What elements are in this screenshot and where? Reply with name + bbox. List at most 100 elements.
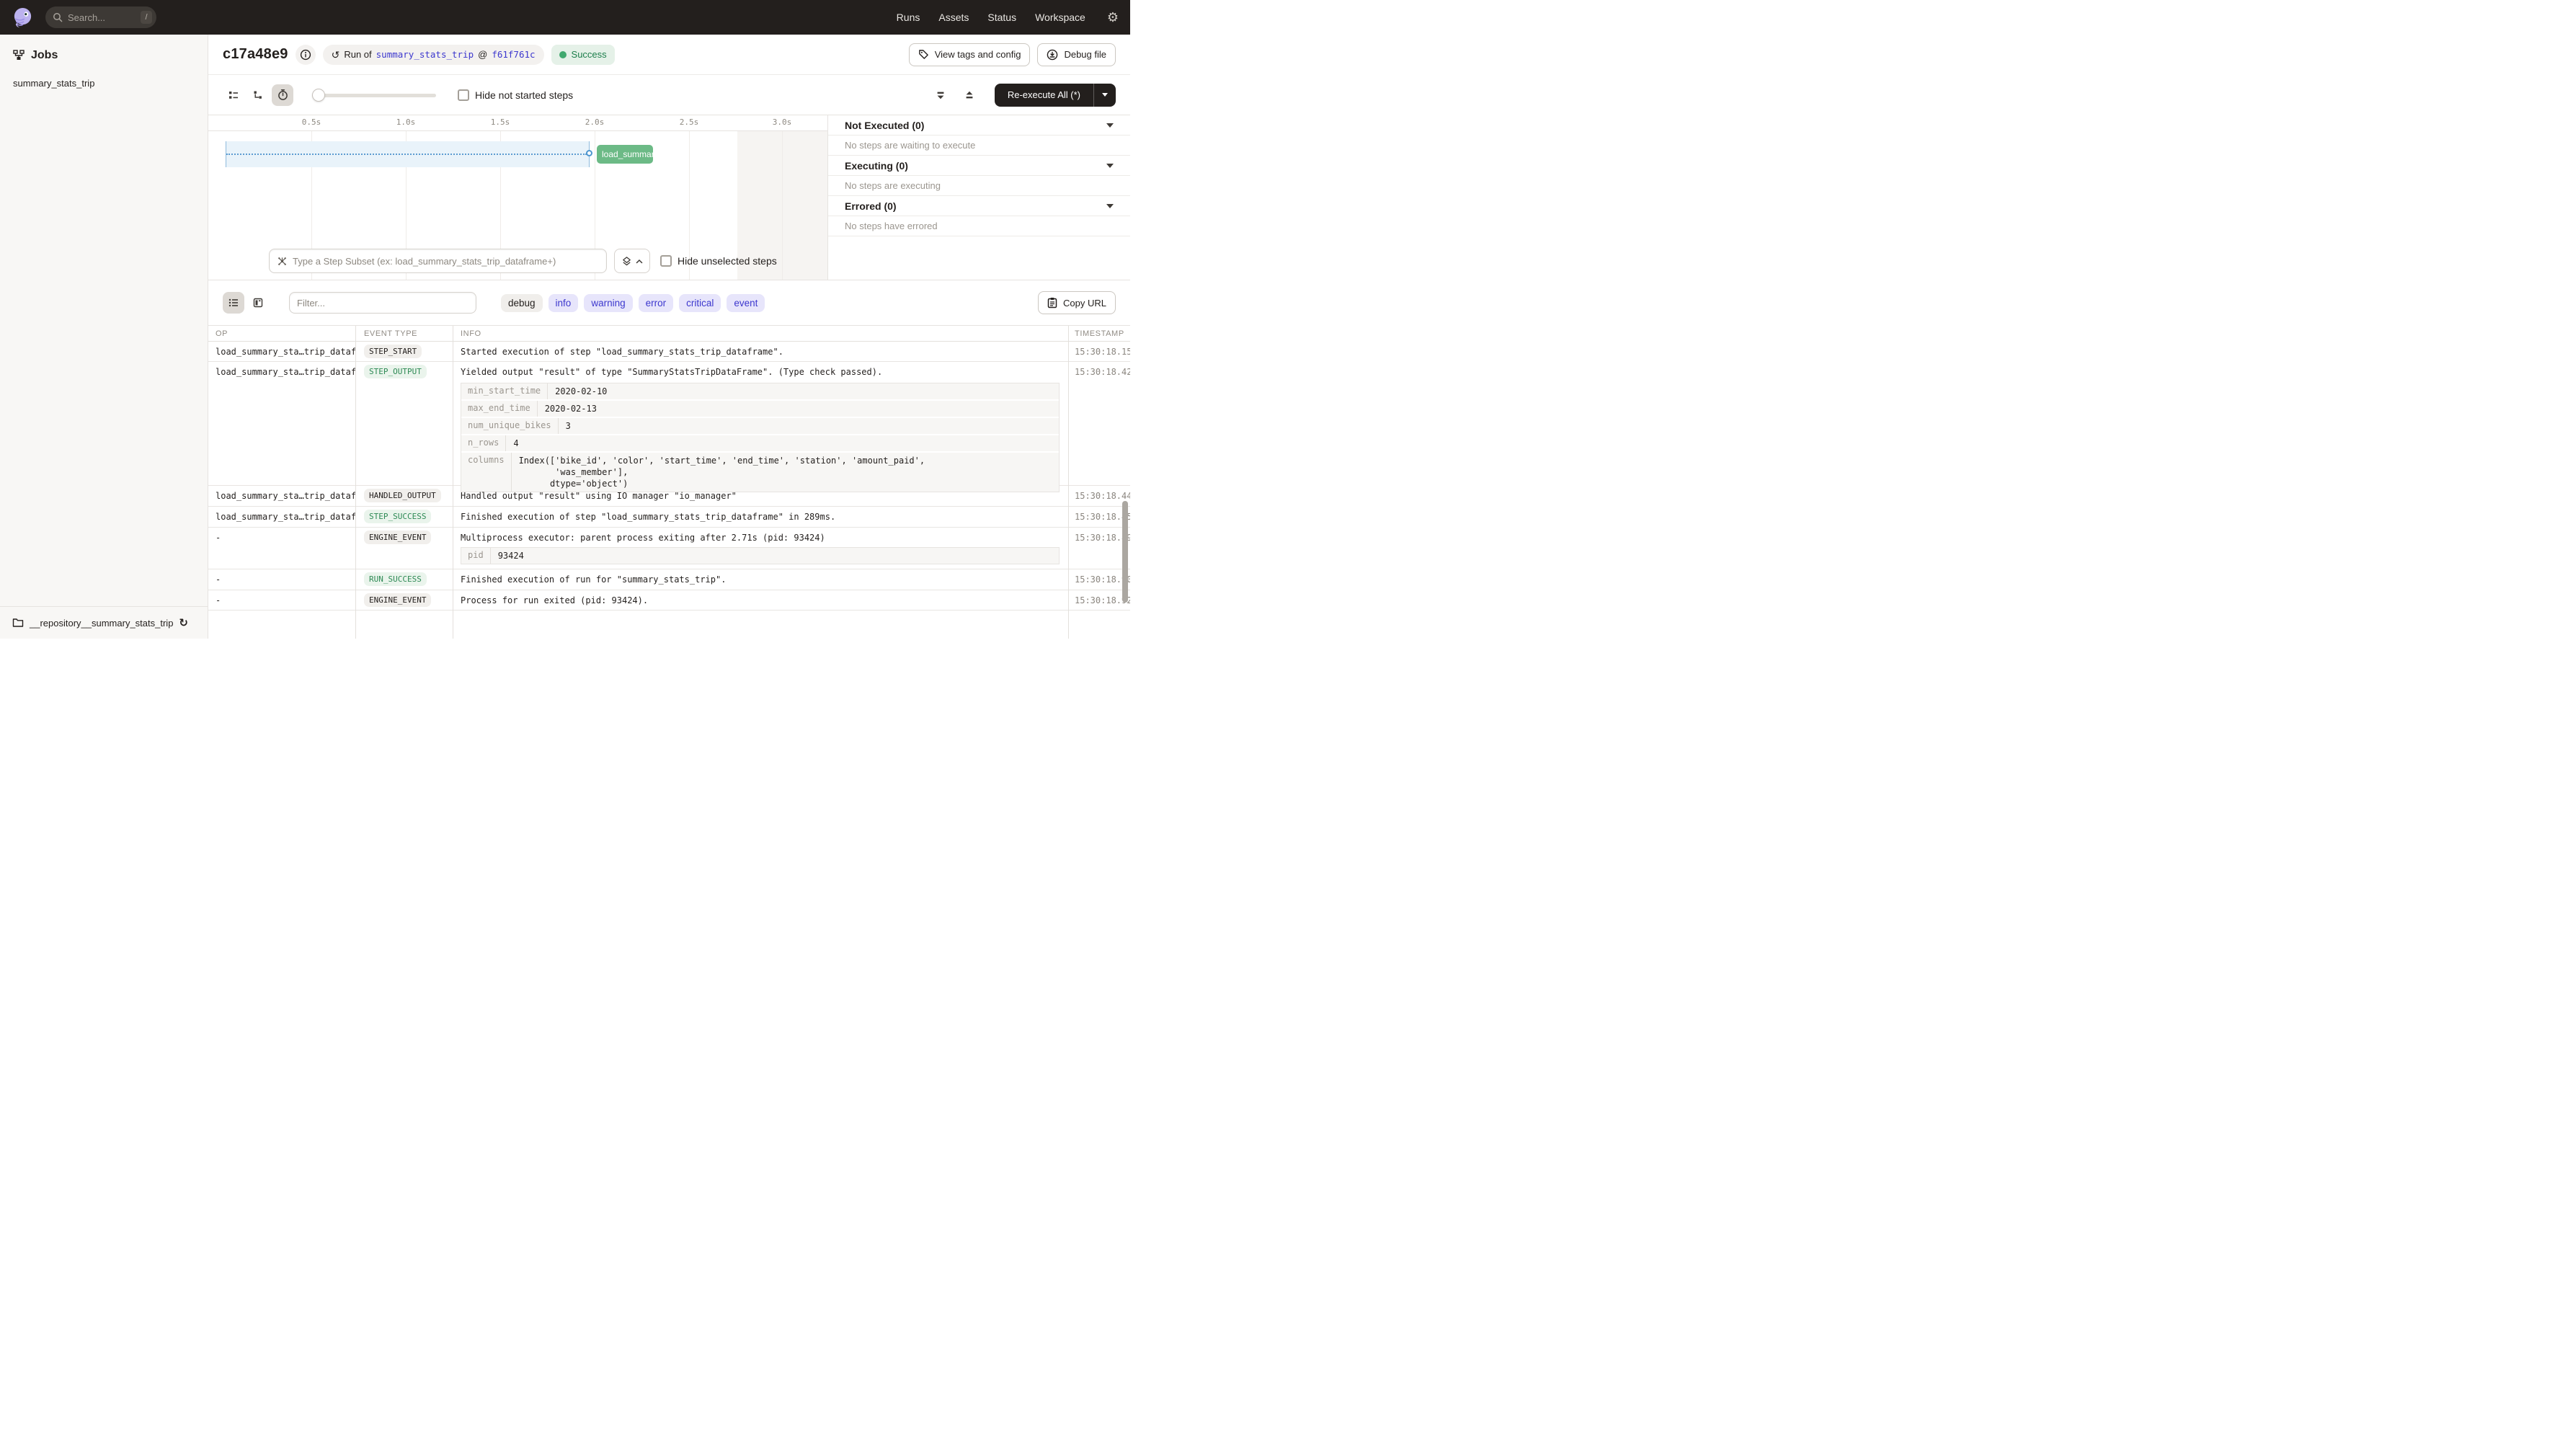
log-filter-input[interactable] xyxy=(297,298,468,308)
level-chip-info[interactable]: info xyxy=(548,294,579,312)
metadata-row: pid93424 xyxy=(461,548,1059,564)
snapshot-link[interactable]: f61f761c xyxy=(492,49,535,60)
reexecute-split-button: Re-execute All (*) xyxy=(995,84,1116,107)
log-row[interactable]: load_summary_sta…trip_dataframe STEP_STA… xyxy=(208,342,1130,362)
event-type-badge: ENGINE_EVENT xyxy=(364,531,431,544)
timestamp-cell: 15:30:18.442 xyxy=(1068,486,1130,501)
structured-view-icon xyxy=(252,297,264,308)
gantt-waterfall-view-button[interactable] xyxy=(247,84,269,106)
log-row[interactable]: load_summary_sta…trip_dataframe STEP_OUT… xyxy=(208,362,1130,486)
copy-url-button[interactable]: Copy URL xyxy=(1038,291,1116,314)
reexecute-dropdown-button[interactable] xyxy=(1093,84,1116,107)
log-row[interactable]: - ENGINE_EVENT Process for run exited (p… xyxy=(208,590,1130,611)
level-chip-critical[interactable]: critical xyxy=(679,294,721,312)
sidebar-jobs-header: Jobs xyxy=(12,49,195,62)
vertical-scrollbar-thumb[interactable] xyxy=(1122,501,1128,603)
run-id-title: c17a48e9 xyxy=(223,46,288,63)
history-icon: ↺ xyxy=(332,50,340,60)
hide-unselected-label[interactable]: Hide unselected steps xyxy=(678,255,777,267)
sidebar-repository-footer: __repository__summary_stats_trip ↻ xyxy=(0,606,208,639)
job-link[interactable]: summary_stats_trip xyxy=(376,49,474,60)
level-chip-warning[interactable]: warning xyxy=(584,294,632,312)
header-op: OP xyxy=(208,329,355,338)
section-executing[interactable]: Executing (0) xyxy=(828,156,1130,176)
settings-gear-icon[interactable]: ⚙ xyxy=(1107,11,1119,24)
gantt-timed-view-button[interactable] xyxy=(272,84,293,106)
gantt-zoom-slider[interactable] xyxy=(312,89,436,102)
step-subset-row: Hide unselected steps xyxy=(269,249,777,273)
event-type-badge: STEP_OUTPUT xyxy=(364,365,427,378)
section-errored-empty: No steps have errored xyxy=(828,216,1130,236)
expand-up-icon xyxy=(964,89,975,101)
jobs-sitemap-icon xyxy=(12,49,25,62)
log-toolbar: debug info warning error critical event … xyxy=(208,280,1130,325)
timestamp-cell: 15:30:18.451 xyxy=(1068,507,1130,522)
info-cell: Finished execution of run for "summary_s… xyxy=(461,574,726,585)
reexecute-all-button[interactable]: Re-execute All (*) xyxy=(995,89,1093,100)
axis-tick: 0.5s xyxy=(302,117,321,127)
log-structured-view-button[interactable] xyxy=(247,292,269,314)
metadata-row: max_end_time2020-02-13 xyxy=(461,401,1059,418)
reload-repository-icon[interactable]: ↻ xyxy=(179,618,188,629)
header-timestamp: TIMESTAMP xyxy=(1068,329,1130,338)
jobs-sidebar: Jobs summary_stats_trip __repository__su… xyxy=(0,35,208,639)
engine-metadata-table: pid93424 xyxy=(461,547,1060,564)
step-subset-input[interactable] xyxy=(293,256,599,267)
metadata-row: min_start_time2020-02-10 xyxy=(461,383,1059,401)
layers-icon xyxy=(621,256,632,267)
sidebar-item-summary-stats-trip[interactable]: summary_stats_trip xyxy=(12,78,195,89)
level-chip-debug[interactable]: debug xyxy=(501,294,543,312)
nav-runs[interactable]: Runs xyxy=(897,12,920,23)
column-divider[interactable] xyxy=(355,326,356,639)
run-logs-section: debug info warning error critical event … xyxy=(208,280,1130,639)
section-not-executed[interactable]: Not Executed (0) xyxy=(828,115,1130,136)
gantt-step-bar[interactable]: load_summary_ xyxy=(597,145,653,164)
hide-not-started-checkbox[interactable] xyxy=(458,89,469,101)
log-filter-inputbox[interactable] xyxy=(289,292,476,314)
dagster-logo-icon[interactable] xyxy=(12,6,34,29)
search-input[interactable] xyxy=(68,12,128,23)
op-cell: load_summary_sta…trip_dataframe xyxy=(208,486,355,501)
graph-query-toggle-button[interactable] xyxy=(614,249,650,273)
step-subset-inputbox[interactable] xyxy=(269,249,607,273)
axis-tick: 1.0s xyxy=(396,117,416,127)
collapse-all-button[interactable] xyxy=(930,84,951,106)
axis-tick: 3.0s xyxy=(773,117,792,127)
op-cell: - xyxy=(208,569,355,585)
step-status-panel: Not Executed (0) No steps are waiting to… xyxy=(827,115,1130,280)
folder-icon xyxy=(12,618,24,628)
log-row[interactable]: load_summary_sta…trip_dataframe STEP_SUC… xyxy=(208,507,1130,528)
level-chip-event[interactable]: event xyxy=(727,294,765,312)
flat-list-icon xyxy=(228,89,239,101)
hide-not-started-label[interactable]: Hide not started steps xyxy=(475,89,573,101)
gridline xyxy=(782,131,783,280)
debug-file-button[interactable]: Debug file xyxy=(1037,43,1116,66)
op-cell: - xyxy=(208,528,355,543)
nav-status[interactable]: Status xyxy=(987,12,1016,23)
nav-assets[interactable]: Assets xyxy=(938,12,969,23)
run-header: c17a48e9 ↺ Run of summary_stats_trip @ f… xyxy=(208,35,1130,75)
search-icon xyxy=(53,12,63,22)
global-search[interactable]: / xyxy=(45,6,156,28)
timestamp-cell: 15:30:18.427 xyxy=(1068,362,1130,377)
run-info-icon[interactable] xyxy=(296,45,316,65)
list-icon xyxy=(228,297,239,308)
log-row[interactable]: load_summary_sta…trip_dataframe HANDLED_… xyxy=(208,486,1130,507)
log-list-view-button[interactable] xyxy=(223,292,244,314)
slider-knob[interactable] xyxy=(312,89,325,102)
expand-all-button[interactable] xyxy=(959,84,980,106)
nav-workspace[interactable]: Workspace xyxy=(1035,12,1085,23)
view-tags-config-button[interactable]: View tags and config xyxy=(909,43,1031,66)
slider-track[interactable] xyxy=(312,94,436,97)
log-row[interactable]: - RUN_SUCCESS Finished execution of run … xyxy=(208,569,1130,590)
gantt-flat-view-button[interactable] xyxy=(223,84,244,106)
log-row[interactable]: - ENGINE_EVENT Multiprocess executor: pa… xyxy=(208,528,1130,569)
hide-unselected-checkbox[interactable] xyxy=(660,255,672,267)
column-divider[interactable] xyxy=(1068,326,1069,639)
clipboard-icon xyxy=(1047,297,1057,308)
axis-tick: 2.0s xyxy=(585,117,605,127)
section-errored[interactable]: Errored (0) xyxy=(828,196,1130,216)
level-chip-error[interactable]: error xyxy=(639,294,674,312)
event-type-badge: STEP_START xyxy=(364,345,422,358)
info-cell: Multiprocess executor: parent process ex… xyxy=(461,533,825,543)
